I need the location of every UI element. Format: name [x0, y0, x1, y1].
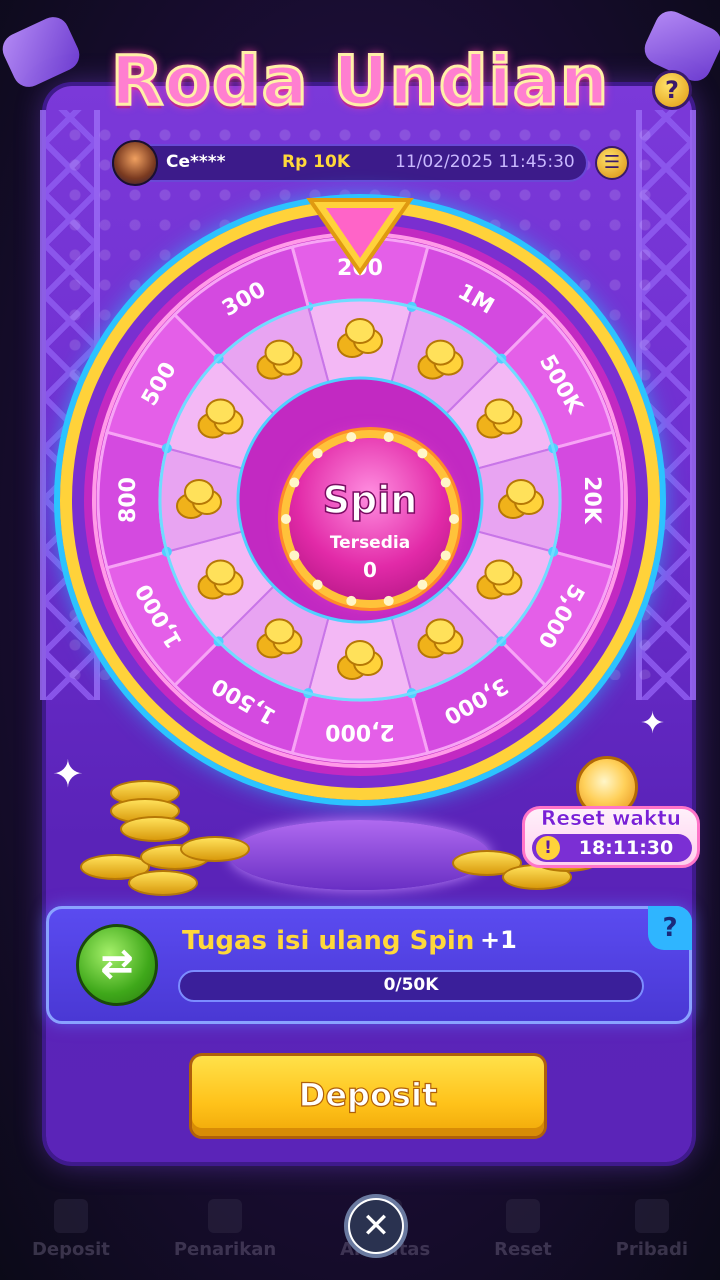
task-help-button[interactable]: ?: [648, 906, 692, 950]
coin-pile-left: [80, 780, 260, 900]
avatar: [112, 140, 158, 186]
wheel-segment-label: 20K: [579, 476, 604, 525]
datetime: 11/02/2025 11:45:30: [395, 152, 575, 172]
withdraw-icon: [207, 1199, 242, 1233]
hub-light: [383, 595, 394, 606]
wheel-segment-label: 2,000: [325, 719, 395, 744]
refresh-icon: ⇄: [76, 924, 158, 1006]
available-spin-count: 0: [363, 558, 377, 582]
task-title: Tugas isi ulang Spin: [182, 926, 475, 956]
sparkle-icon: ✦: [52, 752, 84, 796]
nav-item-profile[interactable]: Pribadi: [616, 1199, 688, 1260]
nav-item-withdraw[interactable]: Penarikan: [174, 1199, 276, 1260]
close-icon[interactable]: ✕: [350, 1200, 402, 1252]
wheel-pointer: [306, 198, 414, 276]
nav-label: Penarikan: [173, 1239, 277, 1260]
wheel-segment-label: 800: [116, 477, 141, 523]
sparkle-icon: ✦: [640, 706, 666, 741]
available-label: Tersedia: [329, 533, 411, 553]
task-progress-text: 0/50K: [383, 975, 439, 995]
deposit-button[interactable]: Deposit: [192, 1056, 544, 1136]
spin-label: Spin: [322, 477, 418, 523]
wallet-icon: [53, 1199, 88, 1233]
username: Ce****: [166, 152, 226, 172]
help-button[interactable]: ?: [652, 70, 692, 110]
reset-countdown: 18:11:30: [578, 837, 674, 859]
nav-label: Deposit: [31, 1239, 110, 1260]
page-title: Roda Undian: [109, 41, 610, 123]
reset-label: Reset waktu: [540, 806, 682, 831]
hub-light: [312, 448, 323, 459]
nav-item-deposit[interactable]: Deposit: [32, 1199, 110, 1260]
hub-light: [346, 432, 357, 443]
hub-light: [383, 432, 394, 443]
nav-label: Reset: [494, 1239, 552, 1260]
user-icon: [634, 1199, 669, 1233]
nav-label: Pribadi: [615, 1239, 688, 1260]
stage-platform: [230, 820, 490, 890]
hub-light: [417, 448, 428, 459]
balance: Rp 10K: [282, 152, 351, 172]
history-list-button[interactable]: ☰: [595, 146, 629, 180]
alert-icon: !: [536, 836, 560, 860]
nav-item-reset[interactable]: Reset: [494, 1199, 552, 1260]
hub-light: [346, 595, 357, 606]
task-bonus: +1: [480, 926, 517, 954]
reset-icon: [505, 1199, 540, 1233]
